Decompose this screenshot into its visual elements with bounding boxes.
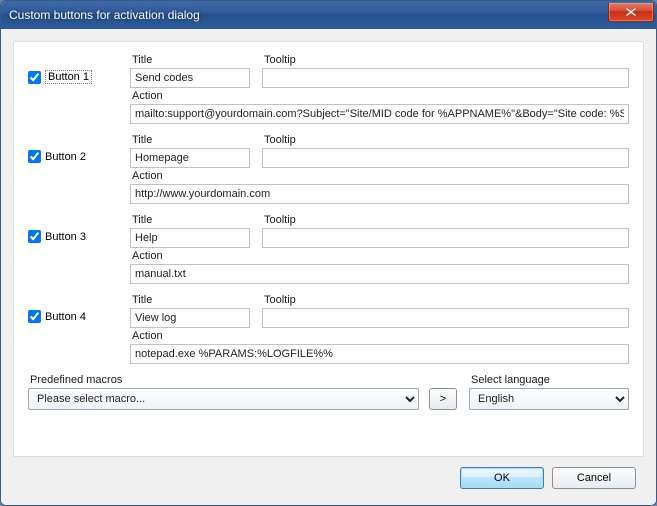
label-title: Title <box>130 294 250 306</box>
button-2-name: Button 2 <box>45 151 86 163</box>
button-1-tooltip-input[interactable] <box>262 68 629 88</box>
button-2-tooltip-input[interactable] <box>262 148 629 168</box>
label-tooltip: Tooltip <box>262 134 629 146</box>
button-4-action-input[interactable] <box>130 344 629 364</box>
ok-button[interactable]: OK <box>460 467 544 489</box>
button-1-checkbox[interactable] <box>28 71 41 84</box>
label-action: Action <box>130 90 629 102</box>
label-predefined-macros: Predefined macros <box>28 374 419 386</box>
button-1-action-input[interactable] <box>130 104 629 124</box>
cancel-button[interactable]: Cancel <box>552 467 636 489</box>
button-4-title-input[interactable] <box>130 308 250 328</box>
label-action: Action <box>130 170 629 182</box>
bottom-row: Predefined macros Please select macro...… <box>28 374 629 410</box>
dialog-footer: OK Cancel <box>13 457 644 493</box>
button-group-3: Button 3 Title Tooltip Action <box>28 214 629 284</box>
button-2-action-input[interactable] <box>130 184 629 204</box>
close-icon <box>626 8 636 16</box>
button-1-name: Button 1 <box>45 70 92 84</box>
button-4-checkbox[interactable] <box>28 310 41 323</box>
button-3-name: Button 3 <box>45 231 86 243</box>
button-1-title-input[interactable] <box>130 68 250 88</box>
label-title: Title <box>130 54 250 66</box>
label-tooltip: Tooltip <box>262 294 629 306</box>
label-tooltip: Tooltip <box>262 214 629 226</box>
macro-select[interactable]: Please select macro... <box>28 388 419 410</box>
label-action: Action <box>130 330 629 342</box>
button-group-4: Button 4 Title Tooltip Action <box>28 294 629 364</box>
button-2-enable[interactable]: Button 2 <box>28 150 86 163</box>
label-action: Action <box>130 250 629 262</box>
close-button[interactable] <box>608 3 654 22</box>
button-group-1: Button 1 Title Tooltip Action <box>28 54 629 124</box>
button-1-enable[interactable]: Button 1 <box>28 70 92 84</box>
label-title: Title <box>130 214 250 226</box>
button-4-enable[interactable]: Button 4 <box>28 310 86 323</box>
language-select[interactable]: English <box>469 388 629 410</box>
button-2-checkbox[interactable] <box>28 150 41 163</box>
button-2-title-input[interactable] <box>130 148 250 168</box>
button-group-2: Button 2 Title Tooltip Action <box>28 134 629 204</box>
label-select-language: Select language <box>469 374 629 386</box>
button-3-title-input[interactable] <box>130 228 250 248</box>
dialog-window: Custom buttons for activation dialog But… <box>0 0 657 506</box>
button-3-enable[interactable]: Button 3 <box>28 230 86 243</box>
macro-go-button[interactable]: > <box>429 388 457 410</box>
button-4-name: Button 4 <box>45 311 86 323</box>
titlebar: Custom buttons for activation dialog <box>1 1 656 29</box>
main-panel: Button 1 Title Tooltip Action Button 2 <box>13 41 644 457</box>
window-title: Custom buttons for activation dialog <box>9 8 608 22</box>
button-3-action-input[interactable] <box>130 264 629 284</box>
button-3-checkbox[interactable] <box>28 230 41 243</box>
label-title: Title <box>130 134 250 146</box>
button-4-tooltip-input[interactable] <box>262 308 629 328</box>
client-area: Button 1 Title Tooltip Action Button 2 <box>1 29 656 505</box>
label-tooltip: Tooltip <box>262 54 629 66</box>
button-3-tooltip-input[interactable] <box>262 228 629 248</box>
